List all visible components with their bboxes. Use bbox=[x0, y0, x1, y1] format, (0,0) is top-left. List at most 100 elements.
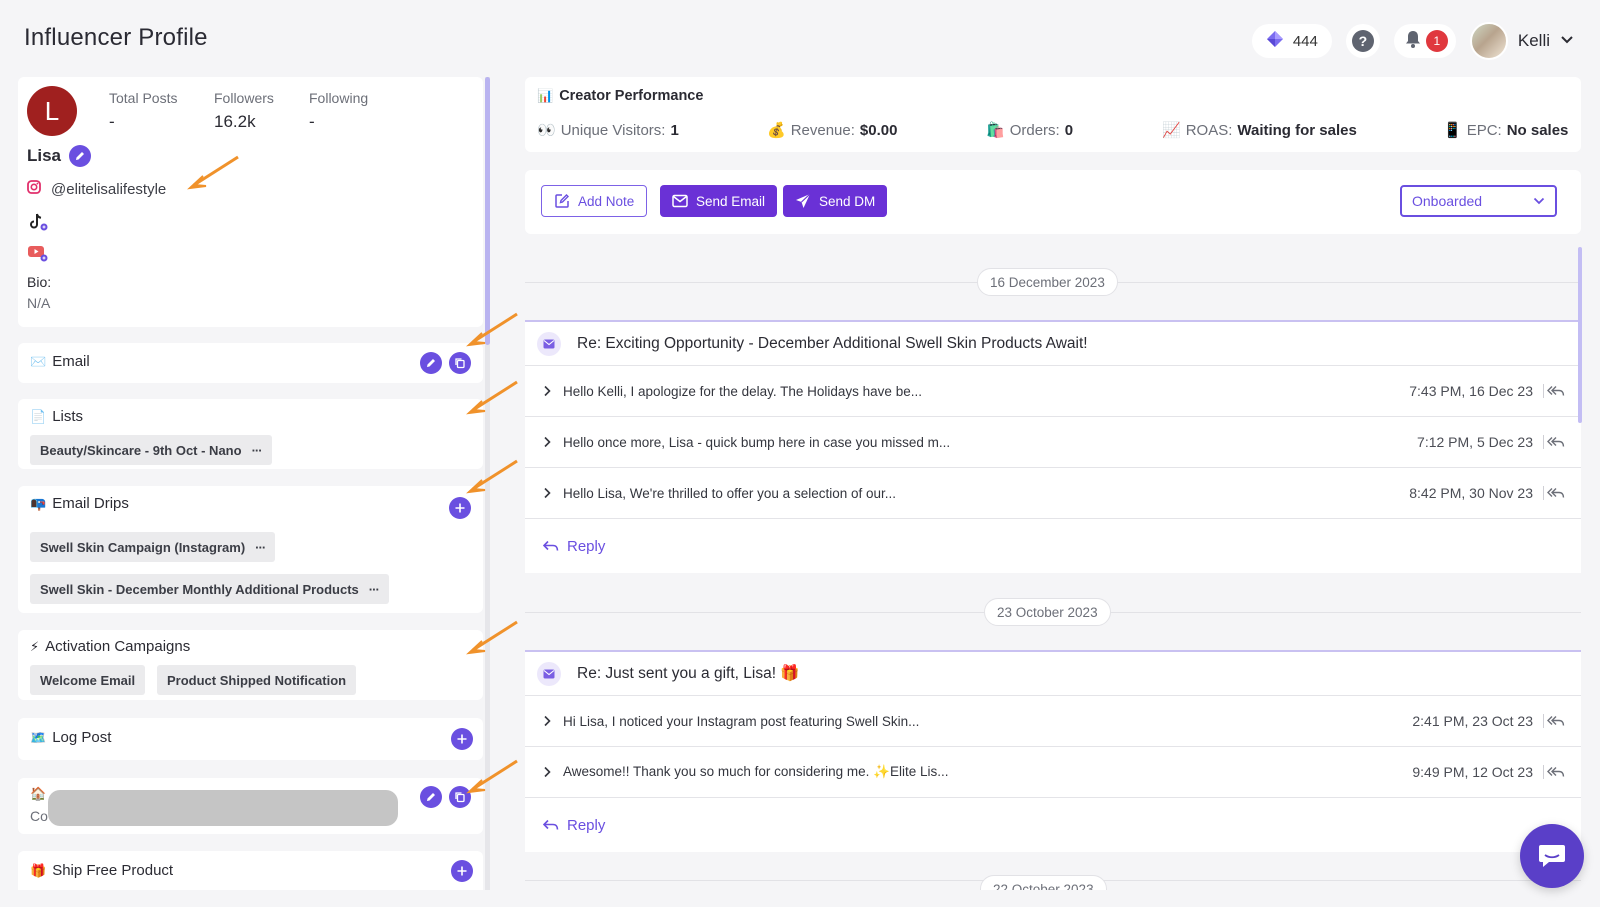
shopping-bags-icon: 🛍️ bbox=[986, 122, 1005, 139]
log-post-title: Log Post bbox=[52, 729, 112, 746]
reply-all-icon[interactable] bbox=[1547, 436, 1565, 448]
ship-title: Ship Free Product bbox=[52, 862, 174, 879]
reply-button[interactable]: Reply bbox=[525, 798, 1581, 852]
eyes-icon: 👀 bbox=[537, 122, 556, 139]
edit-address-button[interactable] bbox=[420, 786, 442, 808]
copy-email-button[interactable] bbox=[449, 352, 471, 374]
credits-count: 444 bbox=[1292, 32, 1318, 50]
chevron-right-icon[interactable] bbox=[543, 487, 551, 499]
add-ship-product-button[interactable] bbox=[451, 860, 473, 882]
help-button[interactable]: ? bbox=[1345, 24, 1380, 58]
youtube-icon[interactable] bbox=[27, 243, 49, 268]
page-title: Influencer Profile bbox=[24, 24, 208, 51]
name-row: Lisa bbox=[27, 145, 92, 167]
reply-label: Reply bbox=[567, 816, 606, 834]
mail-icon bbox=[537, 661, 561, 686]
reply-all-icon[interactable] bbox=[1547, 487, 1565, 499]
message-preview: Hello Kelli, I apologize for the delay. … bbox=[563, 383, 922, 399]
date-divider: 23 October 2023 bbox=[984, 598, 1111, 626]
creator-performance-card: 📊 Creator Performance 👀 Unique Visitors:… bbox=[525, 77, 1581, 152]
chevron-down-icon bbox=[1560, 32, 1574, 50]
more-icon[interactable]: ··· bbox=[255, 540, 266, 555]
chat-widget-button[interactable] bbox=[1520, 824, 1584, 888]
log-post-section-title: 🗺️ Log Post bbox=[30, 729, 111, 746]
add-note-button[interactable]: Add Note bbox=[541, 185, 648, 217]
notifications-button[interactable]: 1 bbox=[1393, 24, 1456, 58]
document-icon: 📄 bbox=[30, 408, 47, 424]
more-icon[interactable]: ··· bbox=[252, 443, 263, 458]
message-row[interactable]: Hello Lisa, We're thrilled to offer you … bbox=[525, 468, 1581, 519]
activation-chip[interactable]: Product Shipped Notification bbox=[157, 665, 357, 695]
metric-roas: 📈 ROAS: Waiting for sales bbox=[1162, 121, 1357, 140]
plus-icon bbox=[457, 866, 467, 876]
bell-icon bbox=[1404, 29, 1422, 54]
performance-title-text: Creator Performance bbox=[559, 88, 704, 104]
stat-label: Followers bbox=[214, 90, 274, 106]
send-dm-button[interactable]: Send DM bbox=[783, 185, 888, 217]
scrollbar-thumb[interactable] bbox=[485, 77, 490, 345]
thread-header[interactable]: Re: Just sent you a gift, Lisa! 🎁 bbox=[525, 652, 1581, 696]
add-log-post-button[interactable] bbox=[451, 728, 473, 750]
message-time: 7:43 PM, 16 Dec 23 bbox=[1409, 383, 1533, 399]
send-email-button[interactable]: Send Email bbox=[660, 185, 778, 217]
lightning-icon: ⚡ bbox=[30, 638, 40, 654]
list-chip[interactable]: Beauty/Skincare - 9th Oct - Nano ··· bbox=[30, 435, 272, 465]
more-icon[interactable]: ··· bbox=[369, 582, 380, 597]
profile-avatar: L bbox=[27, 86, 77, 136]
email-drip-chip[interactable]: Swell Skin Campaign (Instagram) ··· bbox=[30, 532, 276, 562]
profile-card: L Total Posts - Followers 16.2k Followin… bbox=[18, 77, 483, 327]
email-card: ✉️ Email bbox=[18, 343, 483, 383]
chevron-right-icon[interactable] bbox=[543, 715, 551, 727]
edit-name-button[interactable] bbox=[69, 145, 92, 167]
user-name: Kelli bbox=[1517, 31, 1550, 50]
profile-sidebar: L Total Posts - Followers 16.2k Followin… bbox=[18, 77, 483, 890]
thread-subject: Re: Exciting Opportunity - December Addi… bbox=[577, 334, 1088, 352]
instagram-link[interactable]: @elitelisalifestyle bbox=[27, 180, 166, 198]
stat-followers: Followers 16.2k bbox=[214, 90, 274, 132]
metric-label: ROAS: bbox=[1185, 121, 1233, 139]
message-preview: Hi Lisa, I noticed your Instagram post f… bbox=[563, 713, 920, 729]
metric-value: 1 bbox=[670, 121, 679, 139]
metric-unique-visitors: 👀 Unique Visitors: 1 bbox=[537, 121, 679, 140]
stat-value: 16.2k bbox=[214, 112, 256, 131]
reply-all-icon[interactable] bbox=[1547, 715, 1565, 727]
send-email-label: Send Email bbox=[696, 193, 766, 209]
instagram-icon bbox=[27, 180, 41, 198]
thread-scrollbar[interactable] bbox=[1578, 247, 1582, 423]
email-thread: Re: Exciting Opportunity - December Addi… bbox=[525, 320, 1581, 573]
top-bar: 444 ? 1 Kelli bbox=[1251, 20, 1574, 62]
redacted-address bbox=[48, 790, 398, 826]
divider bbox=[1543, 486, 1544, 500]
status-select[interactable]: Onboarded bbox=[1400, 185, 1557, 217]
edit-email-button[interactable] bbox=[420, 352, 442, 374]
help-icon: ? bbox=[1351, 30, 1374, 52]
envelope-icon bbox=[672, 194, 688, 208]
activation-chip[interactable]: Welcome Email bbox=[30, 665, 146, 695]
add-email-drip-button[interactable] bbox=[449, 497, 471, 519]
annotation-arrow-icon bbox=[466, 312, 518, 347]
email-thread-list: 16 December 2023 Re: Exciting Opportunit… bbox=[525, 247, 1581, 890]
pencil-icon bbox=[427, 793, 435, 801]
chevron-right-icon[interactable] bbox=[543, 766, 551, 778]
reply-button[interactable]: Reply bbox=[525, 519, 1581, 573]
lists-title: Lists bbox=[52, 408, 84, 425]
status-value: Onboarded bbox=[1412, 193, 1483, 209]
activation-section-title: ⚡ Activation Campaigns bbox=[30, 638, 190, 655]
message-row[interactable]: Hello once more, Lisa - quick bump here … bbox=[525, 417, 1581, 468]
chevron-right-icon[interactable] bbox=[543, 385, 551, 397]
email-drip-chip[interactable]: Swell Skin - December Monthly Additional… bbox=[30, 574, 389, 604]
tiktok-icon[interactable] bbox=[27, 212, 49, 237]
add-note-label: Add Note bbox=[578, 193, 635, 209]
bar-chart-icon: 📊 bbox=[537, 88, 554, 103]
diamond-icon bbox=[1266, 30, 1284, 52]
credits-pill[interactable]: 444 bbox=[1251, 24, 1332, 58]
chevron-right-icon[interactable] bbox=[543, 436, 551, 448]
message-row[interactable]: Hi Lisa, I noticed your Instagram post f… bbox=[525, 696, 1581, 747]
reply-all-icon[interactable] bbox=[1547, 385, 1565, 397]
reply-all-icon[interactable] bbox=[1547, 766, 1565, 778]
user-menu[interactable]: Kelli bbox=[1469, 22, 1574, 60]
message-row[interactable]: Awesome!! Thank you so much for consider… bbox=[525, 747, 1581, 798]
avatar bbox=[1469, 22, 1508, 60]
message-row[interactable]: Hello Kelli, I apologize for the delay. … bbox=[525, 366, 1581, 417]
thread-header[interactable]: Re: Exciting Opportunity - December Addi… bbox=[525, 322, 1581, 366]
